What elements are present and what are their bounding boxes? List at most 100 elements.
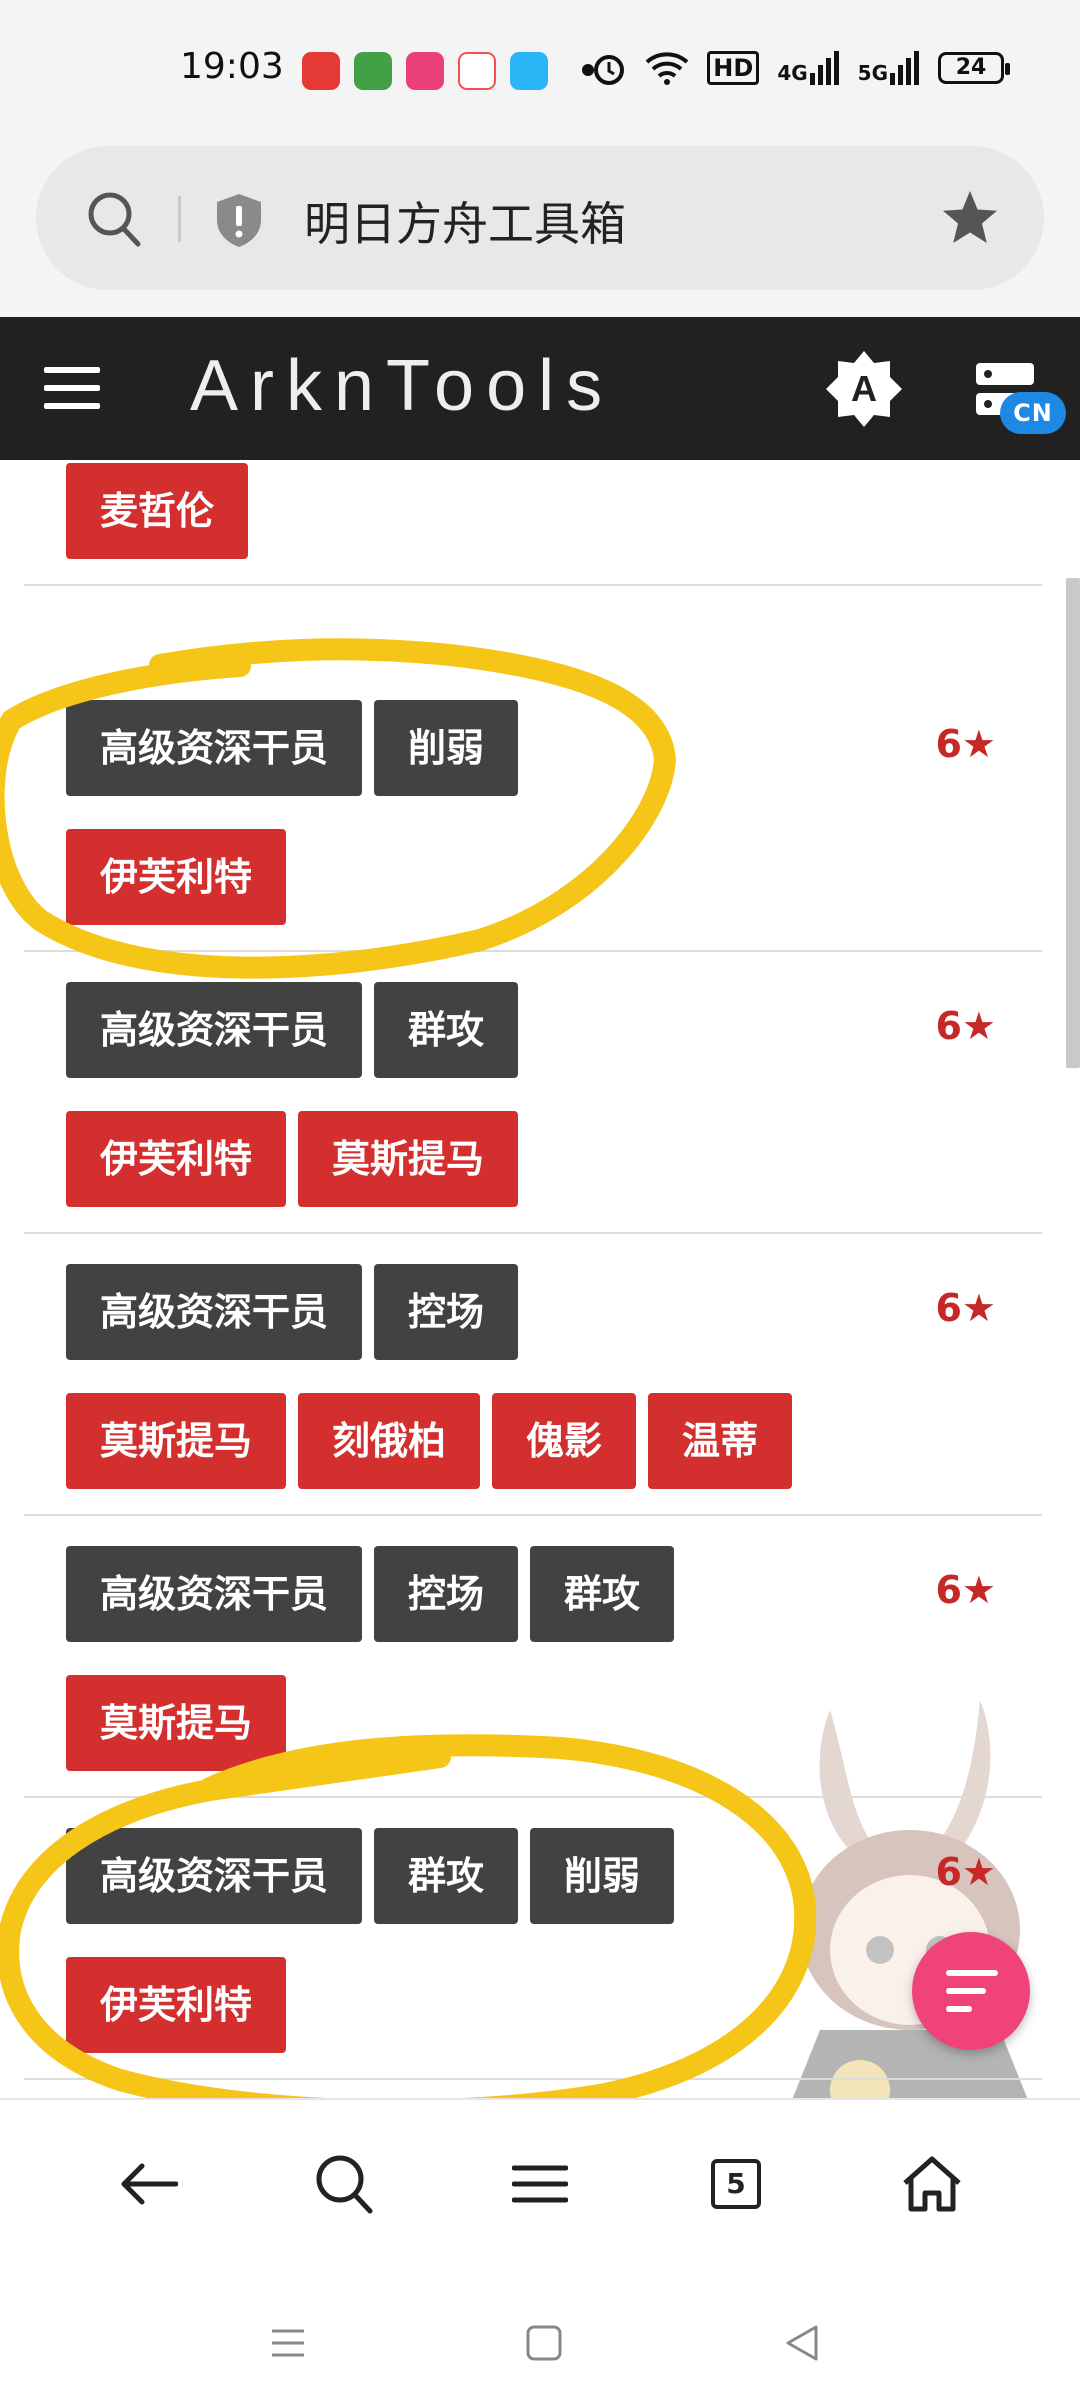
operator-group: 莫斯提马 xyxy=(66,1675,287,1771)
notification-app-icon xyxy=(406,52,444,90)
system-back-button[interactable] xyxy=(772,2313,832,2373)
theme-toggle-letter: A xyxy=(851,368,877,409)
operator-chip[interactable]: 傀影 xyxy=(492,1393,637,1489)
home-button[interactable] xyxy=(892,2144,972,2224)
tag-chip[interactable]: 高级资深干员 xyxy=(66,982,363,1078)
operator-chip[interactable]: 莫斯提马 xyxy=(298,1111,519,1207)
tag-group: 高级资深干员 群攻 削弱 xyxy=(66,1828,675,1924)
app-title: ArknTools xyxy=(190,346,615,426)
status-time: 19:03 xyxy=(180,46,284,87)
rarity-label: 6★ xyxy=(935,1286,996,1330)
operator-chip[interactable]: 温蒂 xyxy=(648,1393,793,1489)
tag-chip[interactable]: 群攻 xyxy=(374,1828,519,1924)
network-label: HD xyxy=(707,51,760,85)
menu-icon xyxy=(512,2165,568,2203)
back-arrow-icon xyxy=(121,2163,178,2205)
status-bar: 19:03 HD 4G 5G 24 xyxy=(0,0,1080,140)
menu-line xyxy=(44,385,100,391)
hamburger-menu-button[interactable] xyxy=(44,367,100,409)
back-button[interactable] xyxy=(108,2144,188,2224)
sort-line xyxy=(946,2006,972,2012)
recruit-results-list[interactable]: 高级资深干员减速麦哲伦6★高级资深干员削弱伊芙利特6★高级资深干员群攻伊芙利特莫… xyxy=(0,460,1080,2098)
battery-icon: 24 xyxy=(938,52,1010,84)
operator-group: 伊芙利特 xyxy=(66,829,287,925)
tag-group: 高级资深干员 控场 群攻 xyxy=(66,1546,675,1642)
notification-app-icon xyxy=(458,52,496,90)
notification-app-icon xyxy=(510,52,548,90)
combo-row: 高级资深干员 控场 群攻 莫斯提马 6★ xyxy=(24,1516,1042,1798)
menu-line xyxy=(44,367,100,373)
search-icon[interactable] xyxy=(86,190,142,248)
combo-row: 高级资深干员 控场 莫斯提马 刻俄柏 傀影 温蒂 6★ xyxy=(24,1234,1042,1516)
rarity-label: 6★ xyxy=(935,1850,996,1894)
signal-bars-icon xyxy=(890,51,919,85)
combo-row: 高级资深干员 削弱 伊芙利特 6★ xyxy=(24,670,1042,952)
menu-line xyxy=(44,403,100,409)
system-navigation-bar xyxy=(0,2273,1080,2400)
operator-chip[interactable]: 伊芙利特 xyxy=(66,1957,287,2053)
tabs-icon: 5 xyxy=(711,2159,761,2209)
filter-sort-fab[interactable] xyxy=(912,1932,1030,2050)
operator-group: 伊芙利特 莫斯提马 xyxy=(66,1111,519,1207)
tag-chip[interactable]: 削弱 xyxy=(530,1828,675,1924)
browser-address-area: 明日方舟工具箱 xyxy=(0,140,1080,317)
notification-app-icon xyxy=(302,52,340,90)
search-icon xyxy=(316,2155,373,2214)
operator-group: 莫斯提马 刻俄柏 傀影 温蒂 xyxy=(66,1393,793,1489)
shield-icon[interactable] xyxy=(214,192,264,248)
tag-chip[interactable]: 高级资深干员 xyxy=(66,700,363,796)
search-button[interactable] xyxy=(304,2144,384,2224)
operator-chip[interactable]: 刻俄柏 xyxy=(298,1393,481,1489)
tag-group: 高级资深干员 削弱 xyxy=(66,700,519,796)
tag-chip[interactable]: 群攻 xyxy=(374,982,519,1078)
tag-chip[interactable]: 高级资深干员 xyxy=(66,1546,363,1642)
home-square-icon xyxy=(526,2325,562,2361)
tag-chip[interactable]: 高级资深干员 xyxy=(66,1828,363,1924)
operator-group: 麦哲伦 xyxy=(66,463,249,559)
tag-chip[interactable]: 削弱 xyxy=(374,700,519,796)
system-home-button[interactable] xyxy=(514,2313,574,2373)
operator-chip[interactable]: 伊芙利特 xyxy=(66,1111,287,1207)
status-indicators: HD 4G 5G 24 xyxy=(591,50,1010,86)
operator-chip[interactable]: 莫斯提马 xyxy=(66,1675,287,1771)
home-icon xyxy=(903,2156,961,2212)
address-divider xyxy=(178,196,181,242)
recents-button[interactable] xyxy=(258,2313,318,2373)
notification-app-icon xyxy=(354,52,392,90)
signal-5g: 5G xyxy=(858,51,920,85)
tag-chip[interactable]: 高级资深干员 xyxy=(66,1264,363,1360)
back-triangle-icon xyxy=(786,2325,818,2361)
recents-icon xyxy=(272,2329,304,2357)
rarity-label: 6★ xyxy=(935,1568,996,1612)
tag-chip[interactable]: 控场 xyxy=(374,1546,519,1642)
operator-chip[interactable]: 莫斯提马 xyxy=(66,1393,287,1489)
rarity-label: 6★ xyxy=(935,1004,996,1048)
operator-group: 伊芙利特 xyxy=(66,1957,287,2053)
tag-chip[interactable]: 群攻 xyxy=(530,1546,675,1642)
rarity-label: 6★ xyxy=(935,722,996,766)
browser-toolbar: 5 xyxy=(0,2098,1080,2273)
signal-4g-label: 4G xyxy=(777,61,808,85)
address-text[interactable]: 明日方舟工具箱 xyxy=(304,188,626,254)
server-badge[interactable]: CN xyxy=(1000,392,1066,434)
theme-toggle-icon[interactable]: A xyxy=(822,347,906,431)
address-bar[interactable]: 明日方舟工具箱 xyxy=(36,146,1044,290)
signal-5g-label: 5G xyxy=(857,61,888,85)
signal-bars-icon xyxy=(809,51,839,85)
operator-chip[interactable]: 伊芙利特 xyxy=(66,829,287,925)
tag-group: 高级资深干员 控场 xyxy=(66,1264,519,1360)
scrollbar[interactable] xyxy=(1066,578,1080,1068)
notification-icons xyxy=(302,52,548,90)
operator-chip[interactable]: 麦哲伦 xyxy=(66,463,249,559)
sort-line xyxy=(946,1988,986,1994)
sort-line xyxy=(946,1970,998,1976)
signal-4g: 4G xyxy=(777,51,839,85)
combo-row: 高级资深干员减速麦哲伦6★ xyxy=(24,460,1042,586)
tag-group: 高级资深干员 群攻 xyxy=(66,982,519,1078)
menu-button[interactable] xyxy=(500,2144,580,2224)
tabs-button[interactable]: 5 xyxy=(696,2144,776,2224)
server-bar xyxy=(976,363,1034,385)
tag-chip[interactable]: 控场 xyxy=(374,1264,519,1360)
alarm-icon xyxy=(594,55,625,85)
star-icon[interactable] xyxy=(940,188,1000,248)
